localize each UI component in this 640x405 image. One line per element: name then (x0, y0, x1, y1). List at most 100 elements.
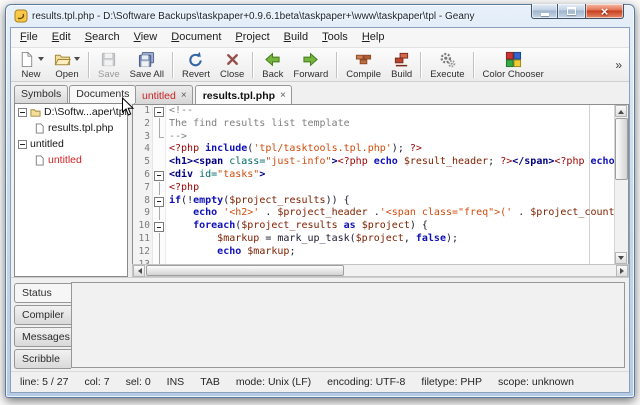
menu-item-file[interactable]: File (13, 30, 45, 45)
scroll-right-button[interactable] (616, 265, 628, 277)
toolbar-separator (88, 51, 90, 78)
toolbar-button-revert[interactable]: Revert (177, 49, 215, 81)
fold-margin-cell (153, 195, 166, 208)
line-number: 11 (138, 232, 150, 244)
code-line: 8 if(!empty($project_results)) { (133, 195, 614, 208)
toolbar-button-save-all[interactable]: Save All (125, 49, 169, 81)
fold-margin-cell (153, 207, 166, 221)
toolbar-button-compile[interactable]: Compile (341, 49, 386, 81)
dropdown-arrow-icon[interactable] (38, 57, 44, 61)
toolbar-separator (171, 51, 174, 78)
editor-tab-untitled[interactable]: untitled × (134, 85, 193, 104)
client-area: File Edit Search View Document Project Build To… (10, 27, 630, 393)
toolbar-button-color-chooser[interactable]: Color Chooser (478, 49, 549, 81)
scroll-left-button[interactable] (133, 265, 145, 277)
horizontal-scroll-thumb[interactable] (146, 265, 344, 276)
menu-item-build[interactable]: Build (277, 30, 315, 45)
line-number: 12 (138, 245, 150, 257)
status-panel-content (71, 282, 625, 368)
dropdown-arrow-icon[interactable] (74, 57, 80, 61)
save-all-icon (138, 51, 155, 68)
geany-app-icon (14, 9, 28, 23)
bottom-tab-compiler[interactable]: Compiler (14, 305, 71, 325)
mouse-cursor (122, 97, 135, 116)
toolbar-separator (472, 51, 475, 78)
menu-item-document[interactable]: Document (164, 30, 228, 45)
tab-close-icon[interactable]: × (280, 91, 286, 101)
code-line: 3 --> (133, 130, 614, 144)
code-line: 12 echo $markup; (133, 245, 614, 259)
toolbar-button-execute[interactable]: Execute (425, 49, 469, 81)
toolbar-button-new[interactable]: New (13, 49, 49, 81)
scroll-up-button[interactable] (615, 105, 627, 117)
fold-margin-cell (153, 220, 166, 233)
line-number: 5 (144, 156, 150, 168)
menu-item-help[interactable]: Help (355, 30, 392, 45)
code-line: 1 <!-- (133, 105, 614, 118)
minimize-button[interactable] (531, 4, 558, 19)
fold-collapse-icon[interactable] (154, 107, 164, 117)
statusbar-field: sel: 0 (125, 376, 151, 388)
close-file-icon (224, 51, 241, 68)
menu-item-view[interactable]: View (127, 30, 165, 45)
tab-close-icon[interactable]: × (181, 91, 187, 101)
toolbar-button-back[interactable]: Back (257, 49, 288, 81)
fold-collapse-icon[interactable] (154, 222, 164, 233)
collapse-expander-icon[interactable] (18, 107, 27, 117)
statusbar-field: TAB (200, 376, 220, 388)
toolbar-button-forward[interactable]: Forward (288, 49, 333, 81)
editor-tab-results-tpl-php[interactable]: results.tpl.php × (194, 85, 292, 104)
menu-item-search[interactable]: Search (78, 30, 127, 45)
vertical-scrollbar[interactable] (614, 105, 628, 264)
menu-item-edit[interactable]: Edit (45, 30, 78, 45)
horizontal-scroll-track[interactable] (145, 265, 616, 276)
sidebar: Symbols Documents D:\Softw...aper\tpl resu… (11, 82, 137, 277)
toolbar-button-build[interactable]: Build (386, 49, 417, 81)
sidebar-tab-symbols[interactable]: Symbols (14, 85, 69, 103)
message-panel: Status Compiler Messages Scribble (11, 277, 629, 371)
horizontal-scrollbar[interactable] (132, 264, 629, 277)
code-line: 9 echo '<h2>' . $project_header .'<span … (133, 207, 614, 221)
menu-item-tools[interactable]: Tools (315, 30, 355, 45)
toolbar-overflow-button[interactable]: » (610, 58, 627, 72)
execute-icon (439, 51, 456, 68)
vertical-scroll-thumb[interactable] (615, 118, 628, 181)
file-icon (34, 122, 45, 134)
tree-folder-row-untitled[interactable]: untitled (15, 136, 127, 152)
code-line: 2 The find results list template (133, 117, 614, 131)
back-arrow-icon (264, 51, 281, 68)
toolbar-button-open[interactable]: Open (49, 49, 85, 81)
toolbar-button-close[interactable]: Close (215, 49, 249, 81)
statusbar: line: 5 / 27 col: 7 sel: 0 INS TAB mode: Unix… (11, 371, 629, 392)
close-button[interactable] (585, 4, 624, 19)
build-icon (393, 51, 410, 68)
vertical-scroll-track[interactable] (615, 117, 628, 252)
code-area[interactable]: 1 <!-- 2 The find results list template 3 -->… (133, 105, 614, 264)
statusbar-field: scope: unknown (498, 376, 574, 388)
down-arrow-icon (618, 255, 624, 263)
menu-item-project[interactable]: Project (228, 30, 276, 45)
bottom-tab-messages[interactable]: Messages (14, 327, 71, 347)
fold-margin-cell (153, 258, 166, 264)
maximize-button[interactable] (558, 4, 585, 19)
scroll-down-button[interactable] (615, 252, 627, 264)
titlebar[interactable]: results.tpl.php - D:\Software Backups\ta… (10, 4, 630, 27)
tree-file-row-untitled[interactable]: untitled (15, 152, 127, 168)
color-chooser-icon (505, 51, 522, 68)
new-document-icon (18, 51, 35, 68)
fold-collapse-icon[interactable] (154, 196, 164, 207)
editor-pane: untitled × results.tpl.php × 1 <!-- 2 The find… (132, 82, 629, 277)
statusbar-field: INS (166, 376, 185, 388)
tree-folder-row-d-softw-aper-tpl[interactable]: D:\Softw...aper\tpl (15, 104, 127, 120)
fold-collapse-icon[interactable] (154, 170, 164, 181)
bottom-tab-scribble[interactable]: Scribble (14, 349, 71, 369)
bottom-tab-status[interactable]: Status (14, 283, 71, 303)
toolbar-separator (420, 51, 423, 78)
collapse-expander-icon[interactable] (18, 139, 27, 149)
code-line: 13 (133, 258, 614, 264)
tree-file-row-results-tpl-php[interactable]: results.tpl.php (15, 120, 127, 136)
editor: 1 <!-- 2 The find results list template 3 -->… (132, 104, 629, 264)
toolbar-button-save[interactable]: Save (93, 49, 125, 81)
line-number: 4 (144, 143, 150, 155)
code-line: 10 foreach($project_results as $project)… (133, 220, 614, 233)
